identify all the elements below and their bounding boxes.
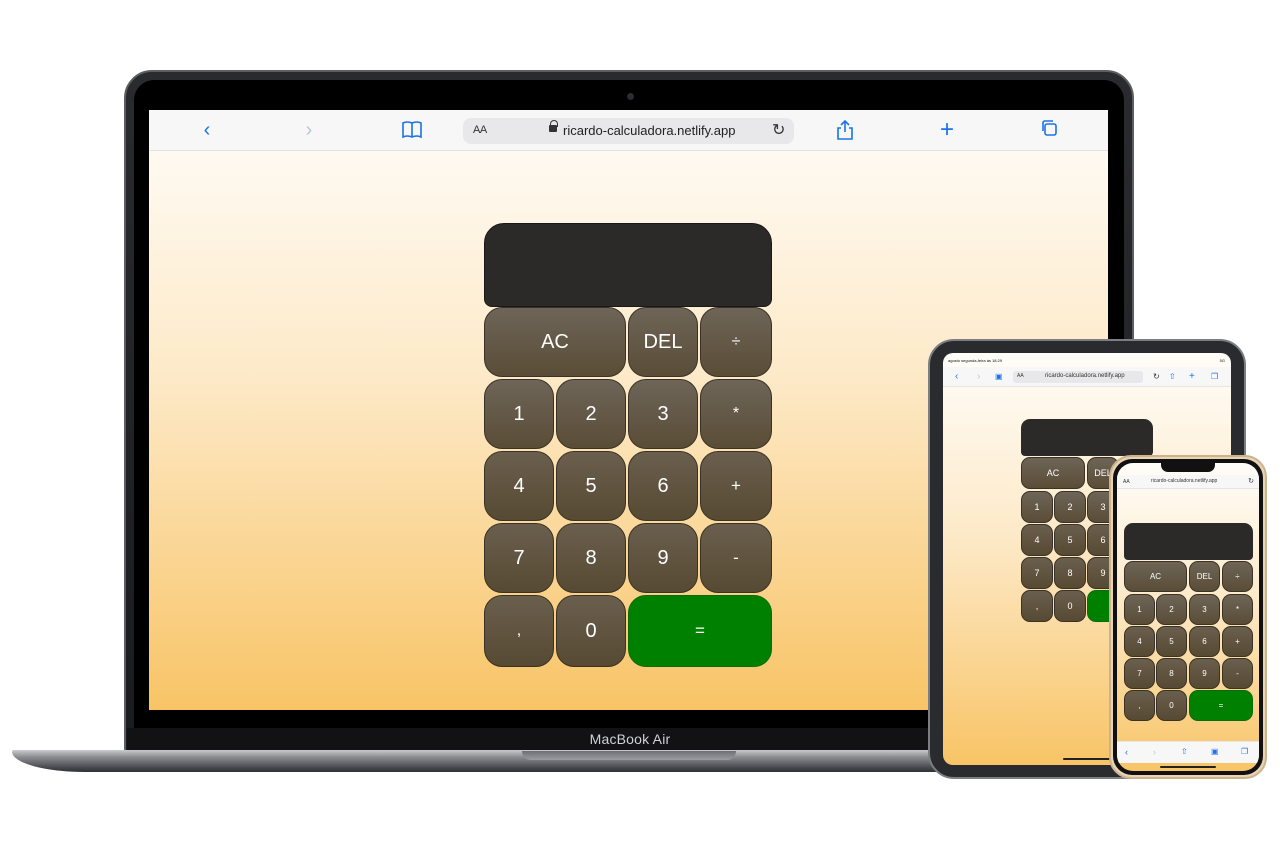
clear-button[interactable]: AC <box>1124 561 1187 592</box>
macbook-opening-notch <box>522 751 736 760</box>
digit-9-button[interactable]: 9 <box>1189 658 1220 689</box>
reload-icon[interactable]: ↻ <box>772 120 785 140</box>
chevron-left-icon[interactable]: ‹ <box>1125 747 1128 757</box>
equals-button[interactable]: = <box>628 595 772 667</box>
text-size-button[interactable]: AA <box>473 124 487 136</box>
calculator-display <box>484 223 772 307</box>
plus-icon[interactable]: + <box>1189 371 1195 383</box>
plus-icon[interactable]: + <box>937 118 957 142</box>
digit-3-button[interactable]: 3 <box>1189 594 1220 625</box>
digit-3-button[interactable]: 3 <box>628 379 698 449</box>
home-indicator <box>1160 766 1216 768</box>
iphone-notch <box>1161 463 1215 472</box>
digit-1-button[interactable]: 1 <box>484 379 554 449</box>
reload-icon[interactable]: ↻ <box>1248 477 1254 485</box>
minus-button[interactable]: - <box>700 523 772 593</box>
calculator-display <box>1021 419 1153 456</box>
equals-button[interactable]: = <box>1189 690 1253 721</box>
comma-button[interactable]: , <box>1124 690 1155 721</box>
multiply-button[interactable]: * <box>700 379 772 449</box>
tabs-icon[interactable] <box>1039 119 1059 141</box>
url-text: ricardo-calculadora.netlify.app <box>1151 478 1218 484</box>
comma-button[interactable]: , <box>1021 590 1053 622</box>
iphone-screen: AA ricardo-calculadora.netlify.app ↻ AC … <box>1117 463 1259 771</box>
book-icon[interactable] <box>401 119 423 141</box>
minus-button[interactable]: - <box>1222 658 1253 689</box>
multiply-button[interactable]: * <box>1222 594 1253 625</box>
url-text: ricardo-calculadora.netlify.app <box>1045 373 1125 379</box>
calculator-display <box>1124 523 1253 560</box>
digit-4-button[interactable]: 4 <box>1021 524 1053 556</box>
digit-8-button[interactable]: 8 <box>1156 658 1187 689</box>
ipad-status-time: agosto segunda-feira às 18:29 <box>948 358 1003 363</box>
digit-2-button[interactable]: 2 <box>556 379 626 449</box>
text-size-button[interactable]: AA <box>1017 373 1024 379</box>
divide-button[interactable]: ÷ <box>1222 561 1253 592</box>
digit-9-button[interactable]: 9 <box>628 523 698 593</box>
delete-button[interactable]: DEL <box>628 307 698 377</box>
reload-icon[interactable]: ↻ <box>1153 371 1160 383</box>
clear-button[interactable]: AC <box>484 307 626 377</box>
comma-button[interactable]: , <box>484 595 554 667</box>
digit-6-button[interactable]: 6 <box>628 451 698 521</box>
address-bar[interactable]: AA ricardo-calculadora.netlify.app ↻ <box>463 118 794 144</box>
digit-5-button[interactable]: 5 <box>1054 524 1086 556</box>
ipad-safari-toolbar: ‹ › ▣ AA ricardo-calculadora.netlify.app… <box>943 367 1231 387</box>
ipad-status-signal: 5G <box>1219 358 1225 363</box>
digit-8-button[interactable]: 8 <box>1054 557 1086 589</box>
digit-1-button[interactable]: 1 <box>1124 594 1155 625</box>
digit-1-button[interactable]: 1 <box>1021 491 1053 523</box>
iphone-address-bar[interactable]: AA ricardo-calculadora.netlify.app ↻ <box>1117 475 1259 489</box>
iphone-safari-toolbar: ‹ › ⇧ ▣ ❐ <box>1117 741 1259 763</box>
digit-7-button[interactable]: 7 <box>484 523 554 593</box>
share-icon[interactable]: ⇧ <box>1181 747 1188 757</box>
share-icon[interactable]: ⇧ <box>1169 371 1176 383</box>
calculator: AC DEL ÷ 1 2 3 * 4 5 6 + 7 8 9 - , 0 = <box>484 223 772 667</box>
digit-7-button[interactable]: 7 <box>1021 557 1053 589</box>
digit-0-button[interactable]: 0 <box>1054 590 1086 622</box>
chevron-right-icon[interactable]: › <box>1153 747 1156 757</box>
digit-5-button[interactable]: 5 <box>556 451 626 521</box>
digit-0-button[interactable]: 0 <box>556 595 626 667</box>
clear-button[interactable]: AC <box>1021 457 1085 489</box>
digit-6-button[interactable]: 6 <box>1189 626 1220 657</box>
share-icon[interactable] <box>835 119 855 141</box>
lock-icon <box>549 120 558 132</box>
digit-2-button[interactable]: 2 <box>1054 491 1086 523</box>
delete-button[interactable]: DEL <box>1189 561 1220 592</box>
safari-toolbar: ‹ › AA ricardo-calculadora.netlify.app ↻… <box>149 110 1108 151</box>
digit-2-button[interactable]: 2 <box>1156 594 1187 625</box>
plus-button[interactable]: + <box>700 451 772 521</box>
ipad-address-bar[interactable]: AA ricardo-calculadora.netlify.app <box>1013 371 1143 383</box>
device-label: MacBook Air <box>589 731 671 747</box>
book-icon[interactable]: ▣ <box>1211 747 1219 757</box>
url-text: ricardo-calculadora.netlify.app <box>563 123 736 138</box>
digit-4-button[interactable]: 4 <box>484 451 554 521</box>
chevron-right-icon[interactable]: › <box>977 371 980 383</box>
tabs-icon[interactable]: ❐ <box>1241 747 1248 757</box>
plus-button[interactable]: + <box>1222 626 1253 657</box>
digit-5-button[interactable]: 5 <box>1156 626 1187 657</box>
digit-8-button[interactable]: 8 <box>556 523 626 593</box>
digit-7-button[interactable]: 7 <box>1124 658 1155 689</box>
book-icon[interactable]: ▣ <box>995 371 1003 383</box>
digit-4-button[interactable]: 4 <box>1124 626 1155 657</box>
camera-icon <box>627 93 634 100</box>
text-size-button[interactable]: AA <box>1123 479 1130 485</box>
chevron-right-icon[interactable]: › <box>301 119 317 141</box>
tabs-icon[interactable]: ❐ <box>1211 371 1218 383</box>
divide-button[interactable]: ÷ <box>700 307 772 377</box>
chevron-left-icon[interactable]: ‹ <box>199 119 215 141</box>
digit-0-button[interactable]: 0 <box>1156 690 1187 721</box>
chevron-left-icon[interactable]: ‹ <box>955 371 958 383</box>
